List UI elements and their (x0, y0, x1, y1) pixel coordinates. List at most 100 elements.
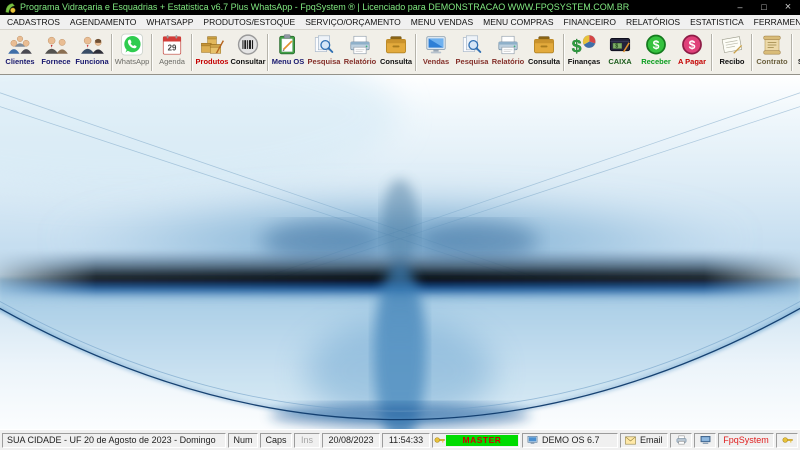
toolbar-button-whatsapp[interactable]: WhatsApp (114, 31, 150, 74)
toolbar-button-relatorio-vendas[interactable]: Relatório (490, 31, 526, 74)
toolbar-button-label: Fornece (41, 57, 71, 66)
toolbar-button-label: Agenda (159, 57, 185, 66)
cash-book-icon: $ (609, 38, 631, 53)
menu-item[interactable]: MENU COMPRAS (478, 15, 558, 29)
user-level-badge: MASTER (446, 434, 518, 446)
capslock-indicator: Caps (260, 432, 292, 448)
toolbar-button-suporte[interactable]: Suporte (794, 31, 800, 74)
employees-icon (81, 36, 104, 54)
insert-label: Ins (300, 435, 313, 445)
email-label: Email (640, 435, 663, 445)
toolbar-separator (151, 34, 153, 71)
toolbar-button-agenda[interactable]: 29 Agenda (154, 31, 190, 74)
printer-icon (676, 435, 686, 445)
status-message-panel: SUA CIDADE - UF 20 de Agosto de 2023 - D… (2, 432, 226, 448)
toolbar-separator (267, 34, 269, 71)
toolbar-button-label: Consulta (379, 57, 413, 66)
menu-item[interactable]: SERVIÇO/ORÇAMENTO (300, 15, 406, 29)
brand-panel: FpqSystem (718, 432, 774, 448)
network-status-panel (694, 432, 716, 448)
toolbar: Clientes Fornece Funciona WhatsApp 29 Ag… (0, 30, 800, 75)
toolbar-button-pesquisa-os[interactable]: Pesquisa (306, 31, 342, 74)
toolbar-button-label: CAIXA (608, 57, 632, 66)
toolbar-button-label: Produtos (195, 57, 229, 66)
toolbar-button-label: Relatório (343, 57, 377, 66)
menu-item[interactable]: PRODUTOS/ESTOQUE (198, 15, 300, 29)
toolbar-button-clientes[interactable]: Clientes (2, 31, 38, 74)
printer-icon (350, 35, 370, 55)
receipt-icon (721, 36, 743, 54)
file-drawer-icon (386, 36, 406, 54)
toolbar-button-menu-os[interactable]: Menu OS (270, 31, 306, 74)
toolbar-button-pesquisa-vendas[interactable]: Pesquisa (454, 31, 490, 74)
toolbar-button-receber[interactable]: $ Receber (638, 31, 674, 74)
toolbar-button-label: Vendas (422, 57, 450, 66)
close-button[interactable]: × (776, 0, 800, 15)
version-panel: DEMO OS 6.7 (522, 432, 618, 448)
computer-icon (527, 436, 538, 444)
toolbar-separator (711, 34, 713, 71)
toolbar-button-financas[interactable]: $ Finanças (566, 31, 602, 74)
toolbar-button-vendas[interactable]: Vendas (418, 31, 454, 74)
status-message: SUA CIDADE - UF 20 de Agosto de 2023 - D… (7, 435, 216, 445)
toolbar-button-label: Consultar (230, 57, 266, 66)
toolbar-button-relatorio-os[interactable]: Relatório (342, 31, 378, 74)
app-window: Programa Vidraçaria e Esquadrias + Estat… (0, 0, 800, 450)
toolbar-button-label: Consulta (527, 57, 561, 66)
calendar-icon: 29 (162, 34, 182, 55)
menu-item[interactable]: CADASTROS (2, 15, 65, 29)
security-status-panel (776, 432, 798, 448)
file-drawer-icon (534, 36, 554, 54)
barcode-icon (237, 34, 259, 55)
clients-icon (8, 35, 32, 54)
user-level-panel: MASTER (432, 432, 520, 448)
toolbar-button-consulta-os[interactable]: Consulta (378, 31, 414, 74)
toolbar-button-funcionarios[interactable]: Funciona (74, 31, 110, 74)
toolbar-button-fornecedores[interactable]: Fornece (38, 31, 74, 74)
toolbar-button-label: Contrato (756, 57, 788, 66)
toolbar-separator (111, 34, 113, 71)
date-value: 20/08/2023 (328, 435, 374, 445)
svg-text:$: $ (572, 36, 582, 56)
toolbar-button-consulta-vendas[interactable]: Consulta (526, 31, 562, 74)
svg-text:$: $ (653, 38, 660, 52)
status-bar: SUA CIDADE - UF 20 de Agosto de 2023 - D… (0, 429, 800, 450)
toolbar-button-a-pagar[interactable]: $ A Pagar (674, 31, 710, 74)
finance-dollar-pie-icon: $ (572, 35, 596, 56)
toolbar-button-label: Receber (641, 57, 671, 66)
menu-item[interactable]: AGENDAMENTO (65, 15, 141, 29)
menu-item[interactable]: ESTATISTICA (685, 15, 749, 29)
toolbar-button-produtos[interactable]: Produtos (194, 31, 230, 74)
toolbar-button-recibo[interactable]: Recibo (714, 31, 750, 74)
email-status-panel: Email (620, 432, 668, 448)
printer-icon (498, 35, 518, 55)
toolbar-button-contrato[interactable]: Contrato (754, 31, 790, 74)
toolbar-button-consultar[interactable]: Consultar (230, 31, 266, 74)
menu-bar: CADASTROS AGENDAMENTO WHATSAPP PRODUTOS/EST… (0, 15, 800, 30)
toolbar-separator (191, 34, 193, 71)
capslock-label: Caps (265, 435, 287, 445)
minimize-button[interactable]: – (728, 0, 752, 15)
toolbar-button-label: Recibo (719, 57, 745, 66)
search-documents-icon (314, 35, 334, 53)
svg-text:$: $ (615, 44, 618, 50)
search-documents-icon (462, 35, 482, 53)
toolbar-button-label: Pesquisa (307, 57, 341, 66)
toolbar-button-label: A Pagar (677, 57, 707, 66)
toolbar-button-label: Relatório (491, 57, 525, 66)
menu-item[interactable]: FERRAMENTAS (749, 15, 800, 29)
menu-item[interactable]: RELATÓRIOS (621, 15, 685, 29)
time-value: 11:54:33 (388, 435, 424, 445)
menu-items: CADASTROS AGENDAMENTO WHATSAPP PRODUTOS/EST… (2, 15, 800, 29)
toolbar-button-label: Menu OS (271, 57, 305, 66)
suppliers-icon (45, 36, 68, 54)
work-order-clipboard-icon (279, 34, 295, 55)
toolbar-button-caixa[interactable]: $ CAIXA (602, 31, 638, 74)
monitor-icon (700, 436, 710, 444)
date-panel: 20/08/2023 (322, 432, 380, 448)
toolbar-button-label: Clientes (5, 57, 35, 66)
menu-item[interactable]: WHATSAPP (141, 15, 198, 29)
maximize-button[interactable]: □ (752, 0, 776, 15)
menu-item[interactable]: MENU VENDAS (406, 15, 478, 29)
menu-item[interactable]: FINANCEIRO (559, 15, 621, 29)
